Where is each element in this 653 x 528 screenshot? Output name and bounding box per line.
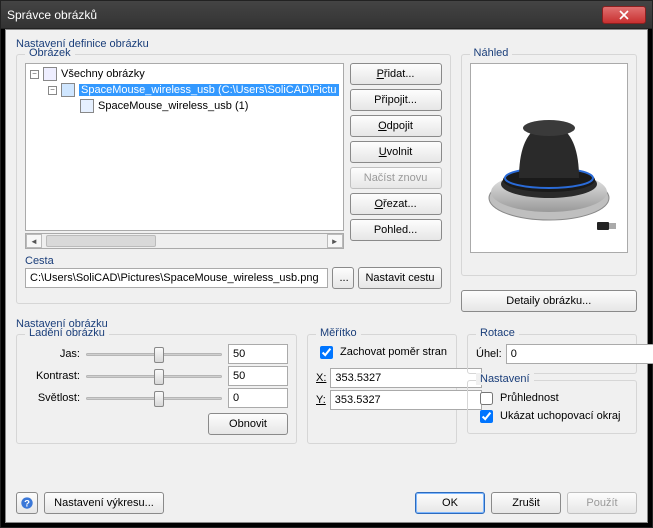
browse-button[interactable]: ... bbox=[332, 267, 354, 289]
path-input[interactable] bbox=[25, 268, 328, 288]
scroll-right-icon[interactable]: ► bbox=[327, 234, 343, 248]
image-tree[interactable]: − Všechny obrázky − SpaceMouse_wireless_… bbox=[25, 63, 344, 231]
group-rotace-title: Rotace bbox=[476, 327, 519, 339]
apply-button: Použít bbox=[567, 492, 637, 514]
dialog-window: Správce obrázků Nastavení definice obráz… bbox=[0, 0, 653, 528]
kontrast-slider[interactable] bbox=[86, 367, 222, 385]
svetlost-input[interactable] bbox=[228, 388, 288, 408]
grip-edge-checkbox[interactable] bbox=[480, 410, 493, 423]
group-meritko: Měřítko Zachovat poměr stran X: Y: bbox=[307, 334, 457, 444]
detach-button[interactable]: Odpojit bbox=[350, 115, 442, 137]
image-def-icon bbox=[61, 83, 75, 97]
attach-button[interactable]: Připojit... bbox=[350, 89, 442, 111]
jas-input[interactable] bbox=[228, 344, 288, 364]
titlebar: Správce obrázků bbox=[1, 1, 652, 29]
y-label: Y: bbox=[316, 394, 326, 406]
release-button[interactable]: Uvolnit bbox=[350, 141, 442, 163]
group-obrazek: Obrázek − Všechny obrázky − bbox=[16, 54, 451, 304]
help-button[interactable]: ? bbox=[16, 492, 38, 514]
group-obrazek-title: Obrázek bbox=[25, 47, 75, 59]
reload-button: Načíst znovu bbox=[350, 167, 442, 189]
svg-text:?: ? bbox=[24, 499, 30, 510]
tree-item-selected[interactable]: − SpaceMouse_wireless_usb (C:\Users\Soli… bbox=[30, 82, 339, 98]
usb-dongle-icon bbox=[597, 220, 617, 232]
tree-root[interactable]: − Všechny obrázky bbox=[30, 66, 339, 82]
drawing-settings-button[interactable]: Nastavení výkresu... bbox=[44, 492, 164, 514]
transparency-checkbox[interactable] bbox=[480, 392, 493, 405]
x-label: X: bbox=[316, 372, 326, 384]
group-ladeni: Ladění obrázku Jas: Kontrast: Světlost: bbox=[16, 334, 297, 444]
group-meritko-title: Měřítko bbox=[316, 327, 361, 339]
image-details-button[interactable]: Detaily obrázku... bbox=[461, 290, 637, 312]
help-icon: ? bbox=[20, 496, 34, 510]
window-title: Správce obrázků bbox=[7, 8, 97, 22]
group-nahled-title: Náhled bbox=[470, 47, 513, 59]
group-nastaveni-title: Nastavení bbox=[476, 373, 534, 385]
top-heading: Nastavení definice obrázku bbox=[16, 38, 637, 50]
spacemouse-icon bbox=[474, 88, 624, 228]
close-button[interactable] bbox=[602, 6, 646, 24]
add-button[interactable]: Přidat... bbox=[350, 63, 442, 85]
scroll-thumb[interactable] bbox=[46, 235, 156, 247]
group-rotace: Rotace Úhel: bbox=[467, 334, 637, 374]
uhel-label: Úhel: bbox=[476, 348, 502, 360]
group-nahled: Náhled bbox=[461, 54, 637, 276]
svetlost-slider[interactable] bbox=[86, 389, 222, 407]
cesta-label: Cesta bbox=[25, 255, 442, 267]
tree-hscrollbar[interactable]: ◄ ► bbox=[25, 233, 344, 249]
collapse-icon[interactable]: − bbox=[48, 86, 57, 95]
set-path-button[interactable]: Nastavit cestu bbox=[358, 267, 441, 289]
collapse-icon[interactable]: − bbox=[30, 70, 39, 79]
kontrast-input[interactable] bbox=[228, 366, 288, 386]
angle-input[interactable] bbox=[506, 344, 653, 364]
tree-item-child[interactable]: SpaceMouse_wireless_usb (1) bbox=[30, 98, 339, 114]
group-ladeni-title: Ladění obrázku bbox=[25, 327, 109, 339]
scale-y-input[interactable] bbox=[330, 390, 482, 410]
keep-ratio-checkbox[interactable] bbox=[320, 346, 333, 359]
grip-edge-label: Ukázat uchopovací okraj bbox=[500, 410, 620, 422]
scale-x-input[interactable] bbox=[330, 368, 482, 388]
crop-button[interactable]: Ořezat... bbox=[350, 193, 442, 215]
svetlost-label: Světlost: bbox=[25, 392, 80, 404]
cancel-button[interactable]: Zrušit bbox=[491, 492, 561, 514]
obnovit-button[interactable]: Obnovit bbox=[208, 413, 288, 435]
preview-image bbox=[470, 63, 628, 253]
jas-label: Jas: bbox=[25, 348, 80, 360]
transparency-label: Průhlednost bbox=[500, 392, 559, 404]
group-nastaveni: Nastavení Průhlednost Ukázat uchopovací … bbox=[467, 380, 637, 434]
image-instance-icon bbox=[80, 99, 94, 113]
keep-ratio-label: Zachovat poměr stran bbox=[340, 346, 447, 358]
jas-slider[interactable] bbox=[86, 345, 222, 363]
kontrast-label: Kontrast: bbox=[25, 370, 80, 382]
view-button[interactable]: Pohled... bbox=[350, 219, 442, 241]
folder-icon bbox=[43, 67, 57, 81]
scroll-left-icon[interactable]: ◄ bbox=[26, 234, 42, 248]
ok-button[interactable]: OK bbox=[415, 492, 485, 514]
